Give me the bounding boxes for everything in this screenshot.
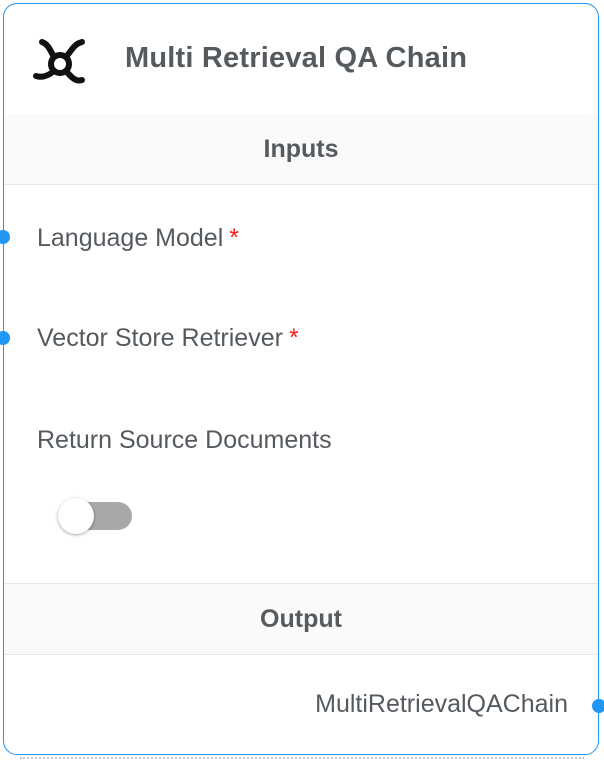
vector-store-retriever-input-handle[interactable] bbox=[0, 331, 10, 345]
required-marker: * bbox=[229, 224, 240, 252]
node-header: Multi Retrieval QA Chain bbox=[4, 4, 598, 115]
vector-store-retriever-param: Vector Store Retriever * bbox=[37, 324, 299, 353]
required-marker: * bbox=[288, 324, 299, 352]
inputs-section-header: Inputs bbox=[4, 114, 598, 185]
multi-retrieval-qa-chain-node[interactable]: Multi Retrieval QA Chain Inputs Language… bbox=[0, 3, 604, 755]
return-source-documents-label: Return Source Documents bbox=[37, 426, 332, 454]
language-model-input-handle[interactable] bbox=[0, 230, 10, 244]
return-source-documents-toggle[interactable] bbox=[58, 498, 132, 534]
vector-store-retriever-label: Vector Store Retriever bbox=[37, 324, 283, 352]
output-section-header: Output bbox=[4, 583, 598, 655]
language-model-label: Language Model bbox=[37, 224, 224, 252]
toggle-thumb bbox=[58, 498, 94, 534]
chain-link-icon bbox=[33, 39, 85, 84]
output-handle[interactable] bbox=[592, 699, 604, 713]
return-source-documents-param: Return Source Documents bbox=[37, 426, 332, 455]
canvas-dotted-edge bbox=[20, 757, 584, 759]
node-title: Multi Retrieval QA Chain bbox=[125, 42, 468, 74]
output-label: MultiRetrievalQAChain bbox=[315, 690, 568, 718]
language-model-param: Language Model * bbox=[37, 224, 239, 253]
